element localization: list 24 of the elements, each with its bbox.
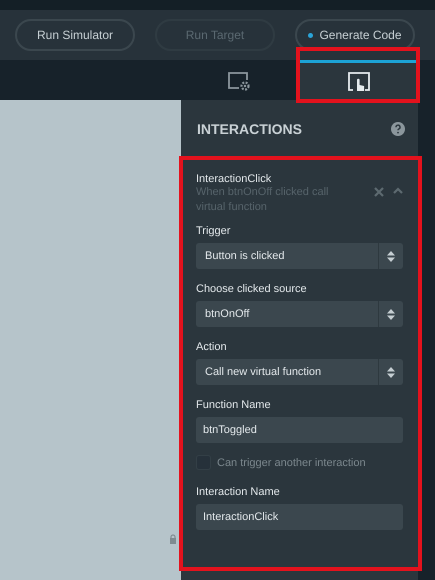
- text-field[interactable]: btnToggled: [196, 417, 403, 443]
- lock-icon: [169, 534, 177, 544]
- select-field[interactable]: btnOnOff: [196, 301, 403, 327]
- toolbar-button[interactable]: Run Simulator: [15, 19, 135, 51]
- close-icon[interactable]: [374, 187, 384, 197]
- panel-title: INTERACTIONS: [197, 121, 302, 137]
- help-icon[interactable]: [391, 122, 405, 136]
- updown-icon: [387, 366, 395, 378]
- updown-icon: [387, 250, 395, 262]
- field-label: Function Name: [196, 399, 272, 411]
- field-label: Interaction Name: [196, 486, 281, 498]
- field-label: Action: [196, 341, 228, 353]
- caret-icon[interactable]: [393, 187, 403, 194]
- field-label: Trigger: [196, 225, 232, 237]
- interaction-name: InteractionClick: [196, 173, 272, 185]
- select-field[interactable]: Button is clicked: [196, 243, 403, 269]
- checkbox-label: Can trigger another interaction: [217, 456, 366, 468]
- select-field[interactable]: Call new virtual function: [196, 359, 403, 385]
- screen-gear-icon: [226, 70, 252, 92]
- updown-icon: [387, 308, 395, 320]
- text-field[interactable]: InteractionClick: [196, 504, 403, 530]
- screen-hand-icon: [346, 70, 370, 92]
- panel-tab[interactable]: [299, 60, 418, 100]
- field-label: Choose clicked source: [196, 283, 308, 295]
